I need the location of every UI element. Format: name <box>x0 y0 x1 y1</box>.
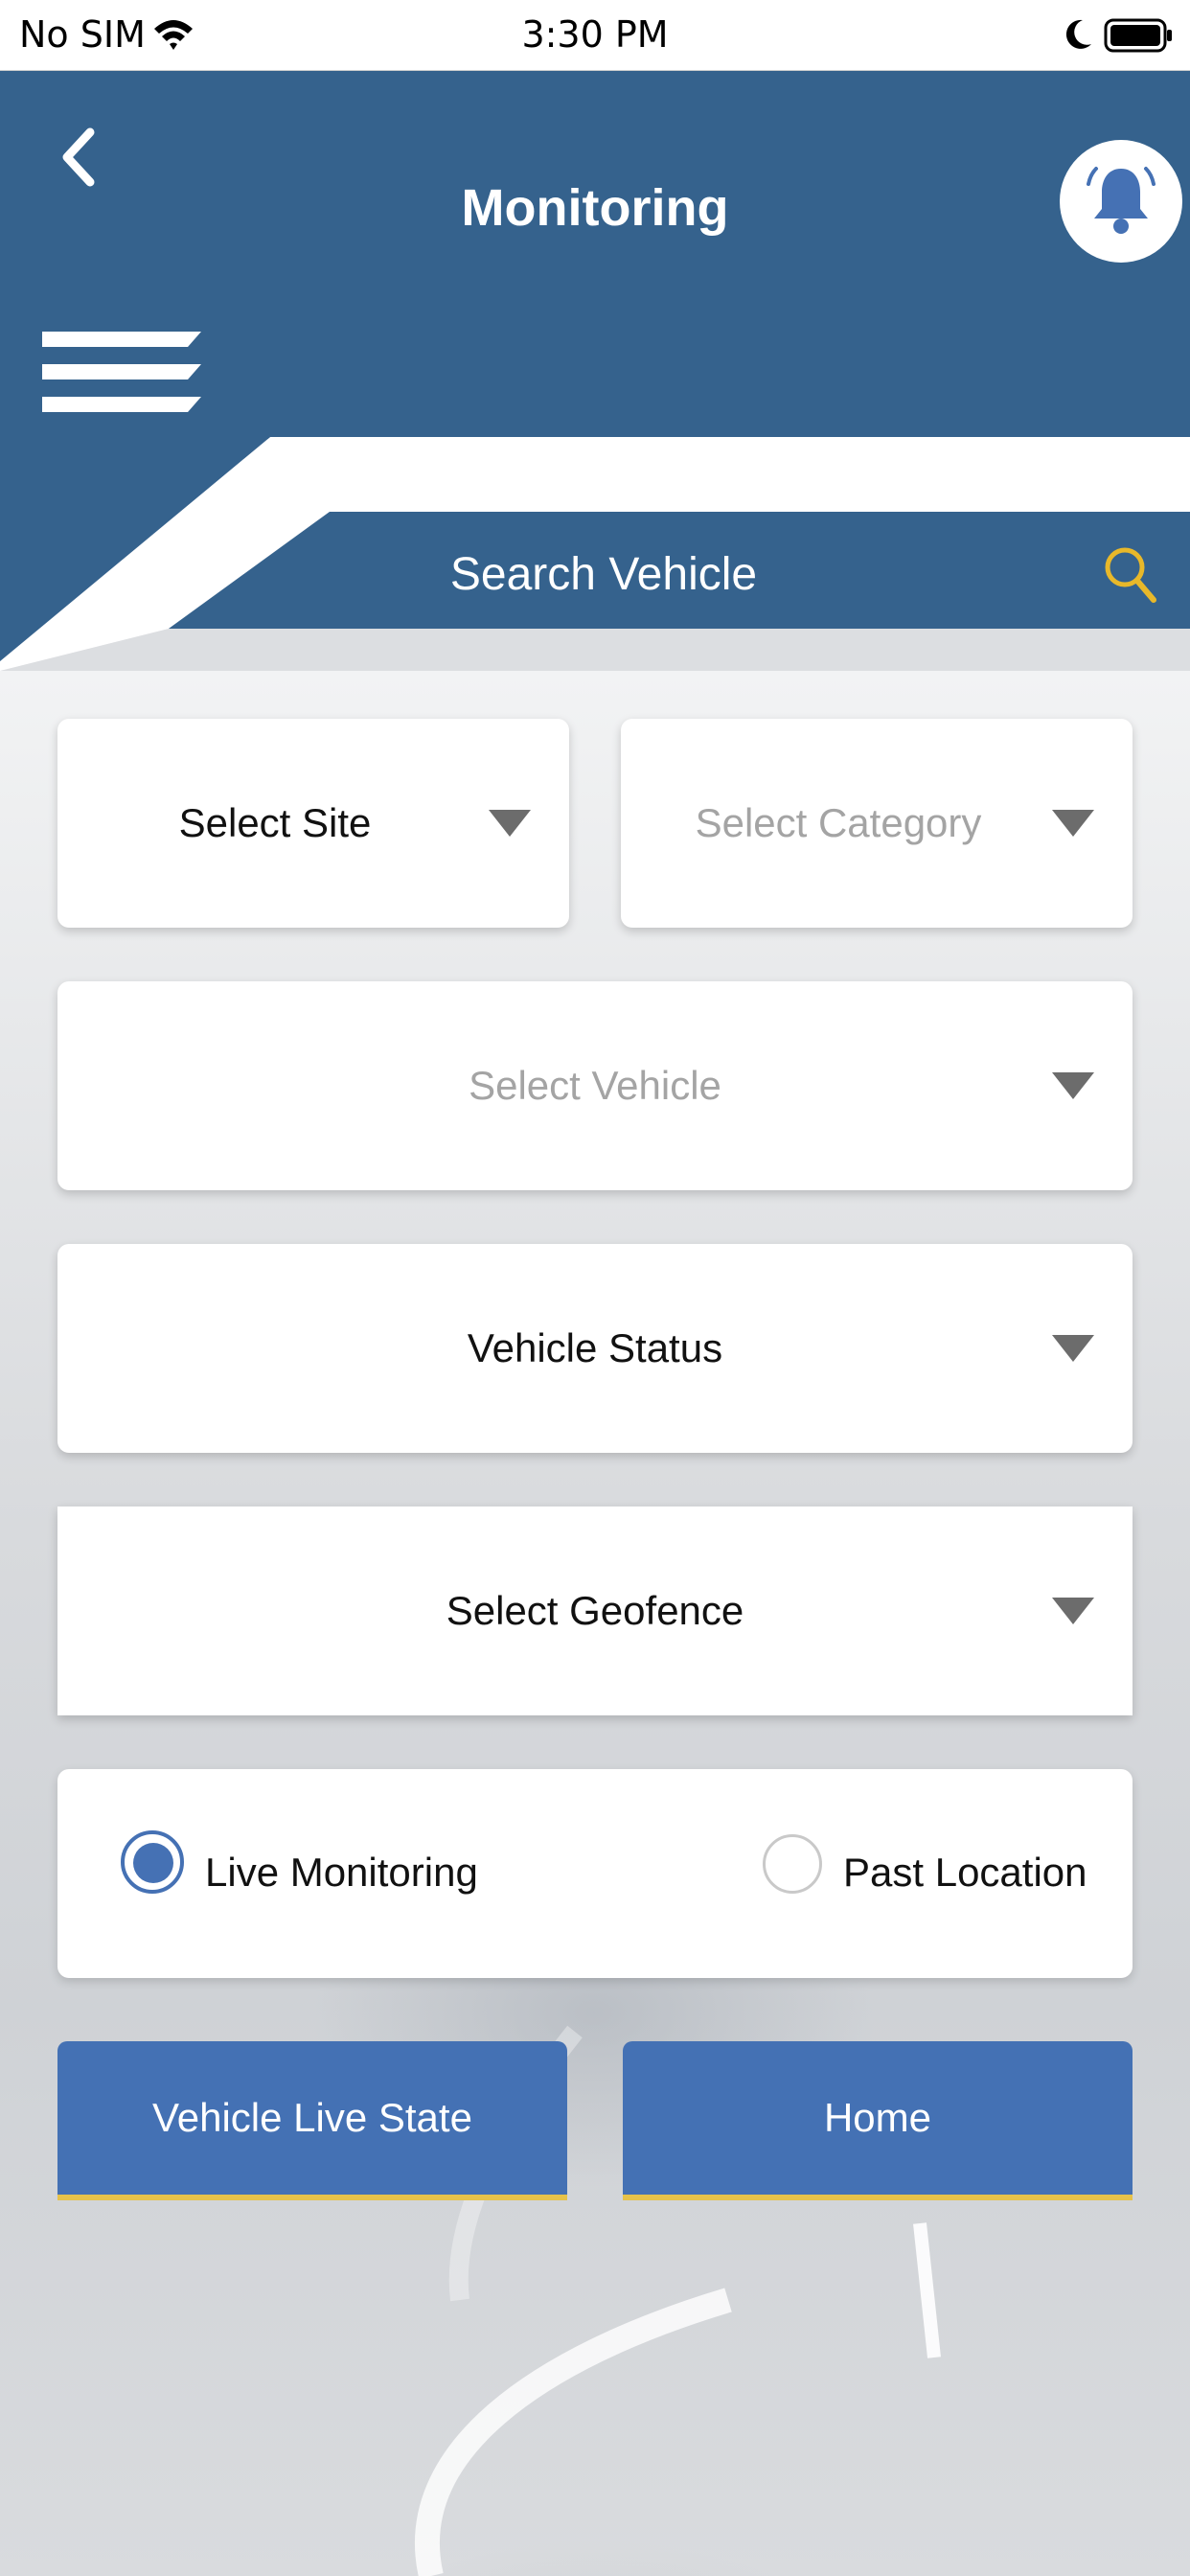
select-vehicle-placeholder: Select Vehicle <box>469 1063 721 1108</box>
select-geofence-dropdown[interactable]: Select Geofence <box>57 1506 1133 1715</box>
select-geofence-label: Select Geofence <box>446 1588 744 1633</box>
live-monitoring-radio[interactable] <box>121 1830 184 1894</box>
monitoring-mode-group: Live Monitoring Past Location <box>57 1769 1133 1978</box>
page-title: Monitoring <box>461 179 729 237</box>
past-location-label[interactable]: Past Location <box>843 1850 1087 1896</box>
chevron-down-icon <box>489 810 531 837</box>
vehicle-status-dropdown[interactable]: Vehicle Status <box>57 1244 1133 1453</box>
home-button[interactable]: Home <box>623 2041 1133 2200</box>
chevron-down-icon <box>1052 1598 1094 1624</box>
vehicle-live-state-button[interactable]: Vehicle Live State <box>57 2041 567 2200</box>
select-vehicle-dropdown[interactable]: Select Vehicle <box>57 981 1133 1190</box>
chevron-down-icon <box>1052 1072 1094 1099</box>
notification-button[interactable] <box>1060 140 1182 263</box>
select-category-placeholder: Select Category <box>695 800 982 845</box>
chevron-down-icon <box>1052 1335 1094 1362</box>
bell-icon <box>1087 167 1156 234</box>
search-icon[interactable] <box>1102 544 1157 606</box>
past-location-radio[interactable] <box>763 1834 822 1894</box>
hamburger-menu-icon[interactable] <box>40 330 203 416</box>
select-site-label: Select Site <box>178 800 372 845</box>
select-site-dropdown[interactable]: Select Site <box>57 719 569 928</box>
select-category-dropdown[interactable]: Select Category <box>621 719 1133 928</box>
chevron-down-icon <box>1052 810 1094 837</box>
search-vehicle-label[interactable]: Search Vehicle <box>287 548 920 601</box>
vehicle-status-label: Vehicle Status <box>467 1325 723 1370</box>
live-monitoring-label[interactable]: Live Monitoring <box>205 1850 478 1896</box>
